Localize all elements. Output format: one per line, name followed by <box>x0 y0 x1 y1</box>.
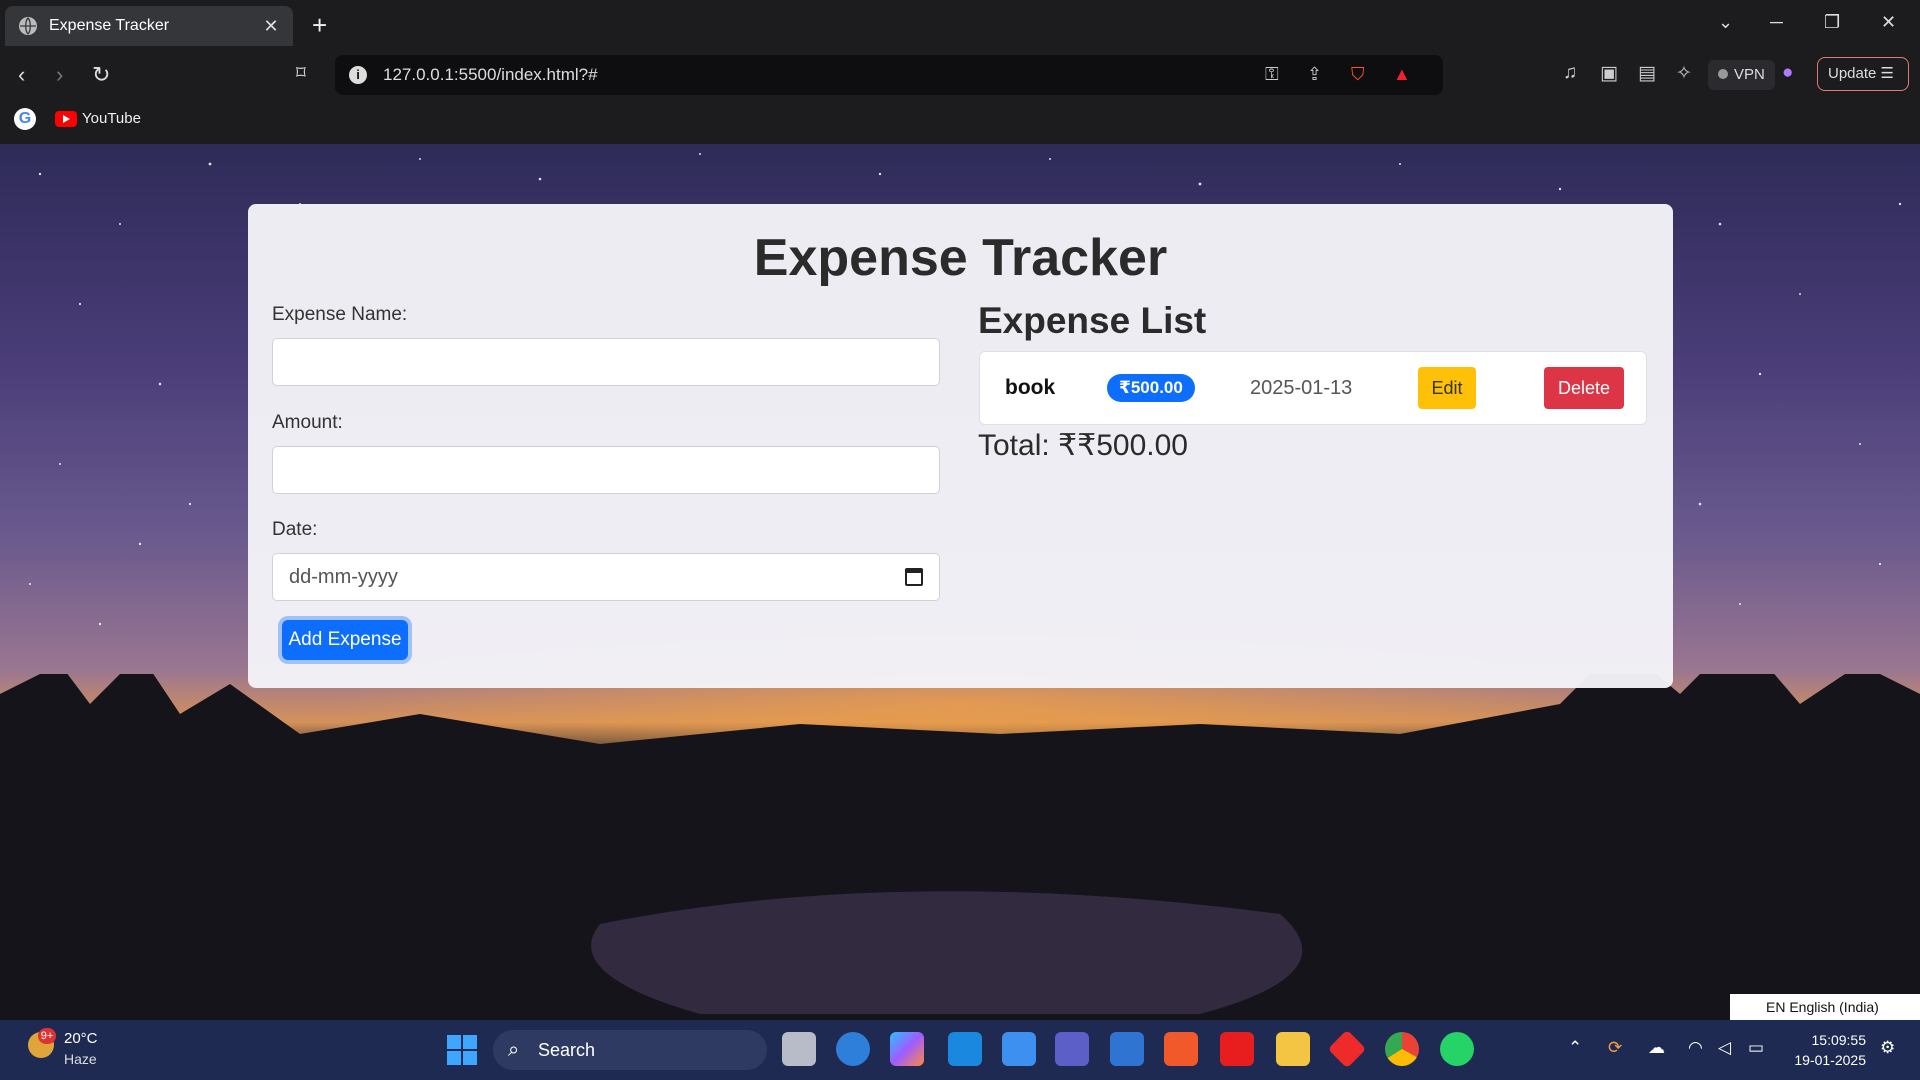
browser-tab[interactable]: Expense Tracker ✕ <box>5 6 293 46</box>
expense-item-name: book <box>1005 376 1056 399</box>
list-item: book ₹500.00 2025-01-13 Edit Delete <box>979 351 1647 425</box>
share-icon[interactable]: ⇪ <box>1307 64 1322 85</box>
reload-icon[interactable]: ↻ <box>92 62 110 88</box>
help-icon[interactable] <box>836 1032 870 1066</box>
minimize-icon[interactable]: ─ <box>1770 12 1783 33</box>
expense-tracker-card: Expense Tracker Expense Name: Amount: Da… <box>248 204 1673 688</box>
store-icon[interactable] <box>1110 1032 1144 1066</box>
update-button[interactable]: Update ☰ <box>1817 57 1909 91</box>
calendar-icon[interactable] <box>905 568 923 586</box>
weather-condition[interactable]: Haze <box>64 1051 97 1067</box>
bookmarks-bar <box>0 100 1920 144</box>
task-view-icon[interactable] <box>782 1032 816 1066</box>
weather-badge: 9+ <box>38 1028 56 1044</box>
expense-total: Total: ₹₹500.00 <box>978 429 1188 462</box>
wallet-icon[interactable]: ▤ <box>1638 62 1656 85</box>
delete-button[interactable]: Delete <box>1544 367 1624 409</box>
amount-label: Amount: <box>272 412 343 433</box>
notepad-icon[interactable] <box>1002 1032 1036 1066</box>
add-expense-button[interactable]: Add Expense <box>282 620 408 660</box>
vpn-status-icon <box>1718 69 1728 79</box>
date-placeholder: dd-mm-yyyy <box>289 566 398 588</box>
profile-icon[interactable]: ● <box>1782 62 1793 84</box>
back-icon[interactable]: ‹ <box>18 62 25 88</box>
brave-shield-icon[interactable]: ⛉ <box>1351 64 1365 85</box>
outlook-icon[interactable] <box>948 1032 982 1066</box>
brave-rewards-icon[interactable]: ▲ <box>1393 64 1411 85</box>
expense-list-title: Expense List <box>978 300 1207 341</box>
expense-name-input[interactable] <box>272 338 940 386</box>
restore-icon[interactable]: ❐ <box>1824 12 1840 33</box>
update-label: Update <box>1828 65 1877 82</box>
battery-icon[interactable]: ▭ <box>1748 1038 1764 1058</box>
music-icon[interactable]: ♫ <box>1563 62 1577 84</box>
google-icon[interactable]: G <box>14 108 36 130</box>
taskbar-search[interactable]: ⌕ Search <box>493 1030 767 1070</box>
date-label: Date: <box>272 519 318 540</box>
page-viewport: Expense Tracker Expense Name: Amount: Da… <box>0 144 1920 1020</box>
sidebar-icon[interactable]: ▣ <box>1600 62 1618 85</box>
bookmark-icon[interactable]: ⌑ <box>296 62 306 85</box>
system-clock[interactable]: 15:09:55 19-01-2025 <box>1782 1030 1866 1070</box>
onedrive-icon[interactable]: ☁ <box>1648 1038 1665 1058</box>
show-hidden-icons[interactable]: ⌃ <box>1568 1038 1582 1058</box>
vpn-button[interactable]: VPN <box>1708 60 1775 90</box>
browser-tabbar: Expense Tracker ✕ + ⌄ ─ ❐ ✕ <box>0 0 1920 50</box>
search-label: Search <box>538 1040 596 1060</box>
leo-ai-icon[interactable]: ✧ <box>1676 62 1692 85</box>
teams-icon[interactable] <box>1055 1032 1089 1066</box>
start-button[interactable] <box>447 1035 477 1065</box>
tab-search-icon[interactable]: ⌄ <box>1718 12 1733 33</box>
new-tab-button[interactable]: + <box>312 12 327 38</box>
search-icon: ⌕ <box>508 1039 520 1061</box>
file-explorer-icon[interactable] <box>1276 1032 1310 1066</box>
clock-time: 15:09:55 <box>1811 1032 1867 1048</box>
youtube-icon[interactable] <box>55 111 77 127</box>
tab-title: Expense Tracker <box>49 17 170 34</box>
volume-icon[interactable]: ◁ <box>1718 1038 1731 1058</box>
date-input[interactable]: dd-mm-yyyy <box>272 553 940 601</box>
expense-item-date: 2025-01-13 <box>1250 377 1353 399</box>
key-icon[interactable]: ⚿ <box>1265 64 1279 85</box>
forward-icon[interactable]: › <box>56 62 63 88</box>
site-info-icon[interactable]: i <box>349 66 367 84</box>
globe-icon <box>19 17 37 35</box>
url-text[interactable]: 127.0.0.1:5500/index.html?# <box>383 65 598 85</box>
wifi-icon[interactable]: ◠ <box>1688 1038 1703 1058</box>
clock-date: 19-01-2025 <box>1794 1052 1866 1068</box>
amount-badge: ₹500.00 <box>1107 374 1195 402</box>
notifications-icon[interactable]: ⚙ <box>1880 1038 1895 1058</box>
address-bar[interactable]: i 127.0.0.1:5500/index.html?# ⚿ ⇪ ⛉ ▲ <box>335 55 1443 95</box>
whatsapp-icon[interactable] <box>1440 1032 1474 1066</box>
youtube-app-icon[interactable] <box>1220 1032 1254 1066</box>
page-title: Expense Tracker <box>753 229 1168 287</box>
expense-name-label: Expense Name: <box>272 304 408 325</box>
amount-input[interactable] <box>272 446 940 494</box>
language-indicator[interactable]: EN English (India) <box>1730 994 1920 1020</box>
weather-temperature[interactable]: 20°C <box>64 1030 98 1047</box>
chrome-icon[interactable] <box>1385 1032 1419 1066</box>
sync-icon[interactable]: ⟳ <box>1608 1038 1622 1058</box>
close-tab-icon[interactable]: ✕ <box>259 16 283 37</box>
vpn-label: VPN <box>1734 66 1765 83</box>
bookmark-youtube[interactable]: YouTube <box>82 110 141 127</box>
close-window-icon[interactable]: ✕ <box>1881 12 1896 33</box>
menu-icon: ☰ <box>1880 65 1894 82</box>
edit-button[interactable]: Edit <box>1418 367 1476 409</box>
brave-taskbar-icon[interactable] <box>1164 1032 1198 1066</box>
treeline-landscape <box>0 674 1920 1020</box>
copilot-icon[interactable] <box>890 1032 924 1066</box>
